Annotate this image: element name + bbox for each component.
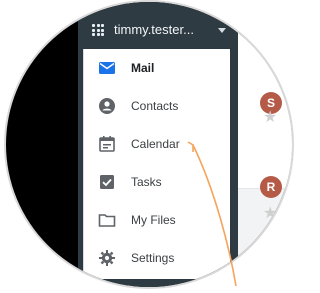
menu-item-mail[interactable]: Mail: [84, 49, 230, 87]
account-name: timmy.tester...: [114, 22, 194, 37]
mail-icon: [99, 62, 115, 74]
menu-item-contacts[interactable]: Contacts: [84, 87, 230, 125]
calendar-icon: [99, 136, 115, 152]
list-row[interactable]: R ★: [238, 126, 292, 222]
menu-item-calendar[interactable]: Calendar: [84, 125, 230, 163]
menu-item-label: My Files: [131, 213, 176, 227]
menu-item-label: Mail: [131, 61, 155, 75]
menu-item-label: Settings: [131, 251, 175, 265]
tasks-icon: [100, 175, 114, 189]
menu-item-label: Tasks: [131, 175, 162, 189]
magnified-screenshot: ☆ S ★ R ★ timmy.tester... Mail Contacts …: [0, 0, 302, 293]
menu-item-label: Calendar: [131, 137, 180, 151]
app-switcher-menu: Mail Contacts Calendar Tasks My Files Se…: [83, 49, 230, 279]
contacts-icon: [99, 98, 115, 114]
message-list-pane: ☆ S ★ R ★: [238, 2, 292, 287]
app-grid-icon[interactable]: [92, 24, 104, 36]
avatar: R: [260, 176, 282, 198]
menu-item-settings[interactable]: Settings: [84, 239, 230, 277]
folder-icon: [98, 214, 116, 227]
star-icon[interactable]: ★: [263, 110, 279, 126]
list-row[interactable]: S ★: [238, 64, 292, 127]
menu-item-label: Contacts: [131, 99, 179, 113]
star-icon[interactable]: ★: [263, 206, 279, 222]
gear-icon: [99, 250, 115, 266]
menu-item-my-files[interactable]: My Files: [84, 201, 230, 239]
list-row[interactable]: ☆: [238, 2, 292, 66]
menu-item-tasks[interactable]: Tasks: [84, 163, 230, 201]
account-header[interactable]: timmy.tester...: [78, 20, 238, 46]
magnifier-lens: ☆ S ★ R ★ timmy.tester... Mail Contacts …: [4, 0, 294, 289]
chevron-down-icon[interactable]: [218, 28, 226, 33]
